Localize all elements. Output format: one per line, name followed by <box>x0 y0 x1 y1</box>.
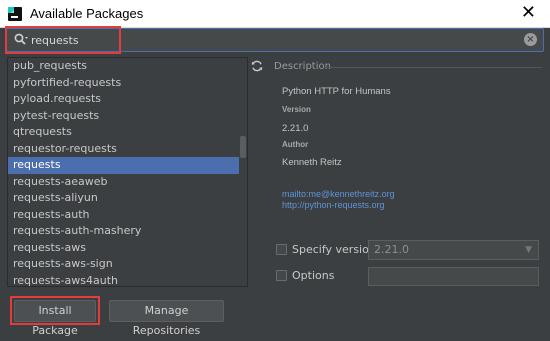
package-list-item[interactable]: pyfortified-requests <box>8 75 240 92</box>
pycharm-logo-icon <box>8 7 22 21</box>
author-email-link[interactable]: mailto:me@kennethreitz.org <box>282 189 395 199</box>
close-icon[interactable]: ✕ <box>521 3 536 23</box>
package-author: Kenneth Reitz <box>282 157 342 168</box>
manage-repositories-button[interactable]: Manage Repositories <box>109 300 224 337</box>
package-list-item[interactable]: qtrequests <box>8 124 240 141</box>
refresh-icon[interactable] <box>251 60 263 72</box>
list-scrollbar-thumb[interactable] <box>240 136 246 158</box>
package-list-item[interactable]: requests-aws4auth <box>8 273 240 287</box>
description-panel: Python HTTP for Humans Version 2.21.0 Au… <box>282 80 540 227</box>
package-version: 2.21.0 <box>282 123 309 134</box>
package-summary: Python HTTP for Humans <box>282 86 391 97</box>
author-heading: Author <box>282 140 309 149</box>
package-list[interactable]: pub_requests pyfortified-requests pyload.r… <box>7 57 248 287</box>
package-list-item[interactable]: pyload.requests <box>8 91 240 108</box>
package-list-item[interactable]: requests-auth-mashery <box>8 223 240 240</box>
package-list-item[interactable]: requests-auth <box>8 207 240 224</box>
homepage-link[interactable]: http://python-requests.org <box>282 200 385 210</box>
version-heading: Version <box>282 105 311 114</box>
version-select-value: 2.21.0 <box>374 243 409 256</box>
specify-version-checkbox[interactable] <box>276 244 287 255</box>
package-list-item[interactable]: requests <box>8 157 240 174</box>
options-input[interactable] <box>368 267 539 286</box>
chevron-down-icon: ▼ <box>525 245 532 255</box>
package-list-item[interactable]: requests-aeaweb <box>8 174 240 191</box>
title-bar: Available Packages ✕ <box>0 0 550 28</box>
package-list-item[interactable]: pytest-requests <box>8 108 240 125</box>
package-list-item[interactable]: pub_requests <box>8 58 240 75</box>
search-box[interactable]: × <box>6 28 544 52</box>
window-title: Available Packages <box>30 6 144 21</box>
package-list-item[interactable]: requests-aliyun <box>8 190 240 207</box>
package-list-item[interactable]: requestor-requests <box>8 141 240 158</box>
specify-version-label: Specify version <box>292 243 376 256</box>
options-checkbox[interactable] <box>276 270 287 281</box>
install-package-button[interactable]: Install Package <box>14 300 96 337</box>
version-select[interactable]: 2.21.0 ▼ <box>368 240 539 260</box>
description-header: Description <box>274 61 331 72</box>
list-scrollbar[interactable] <box>239 58 247 286</box>
search-icon[interactable] <box>13 32 29 48</box>
description-divider <box>325 67 542 68</box>
package-list-item[interactable]: requests-aws <box>8 240 240 257</box>
search-input[interactable] <box>31 32 511 48</box>
options-label: Options <box>292 269 335 282</box>
package-list-item[interactable]: requests-aws-sign <box>8 256 240 273</box>
clear-search-icon[interactable]: × <box>524 33 537 46</box>
